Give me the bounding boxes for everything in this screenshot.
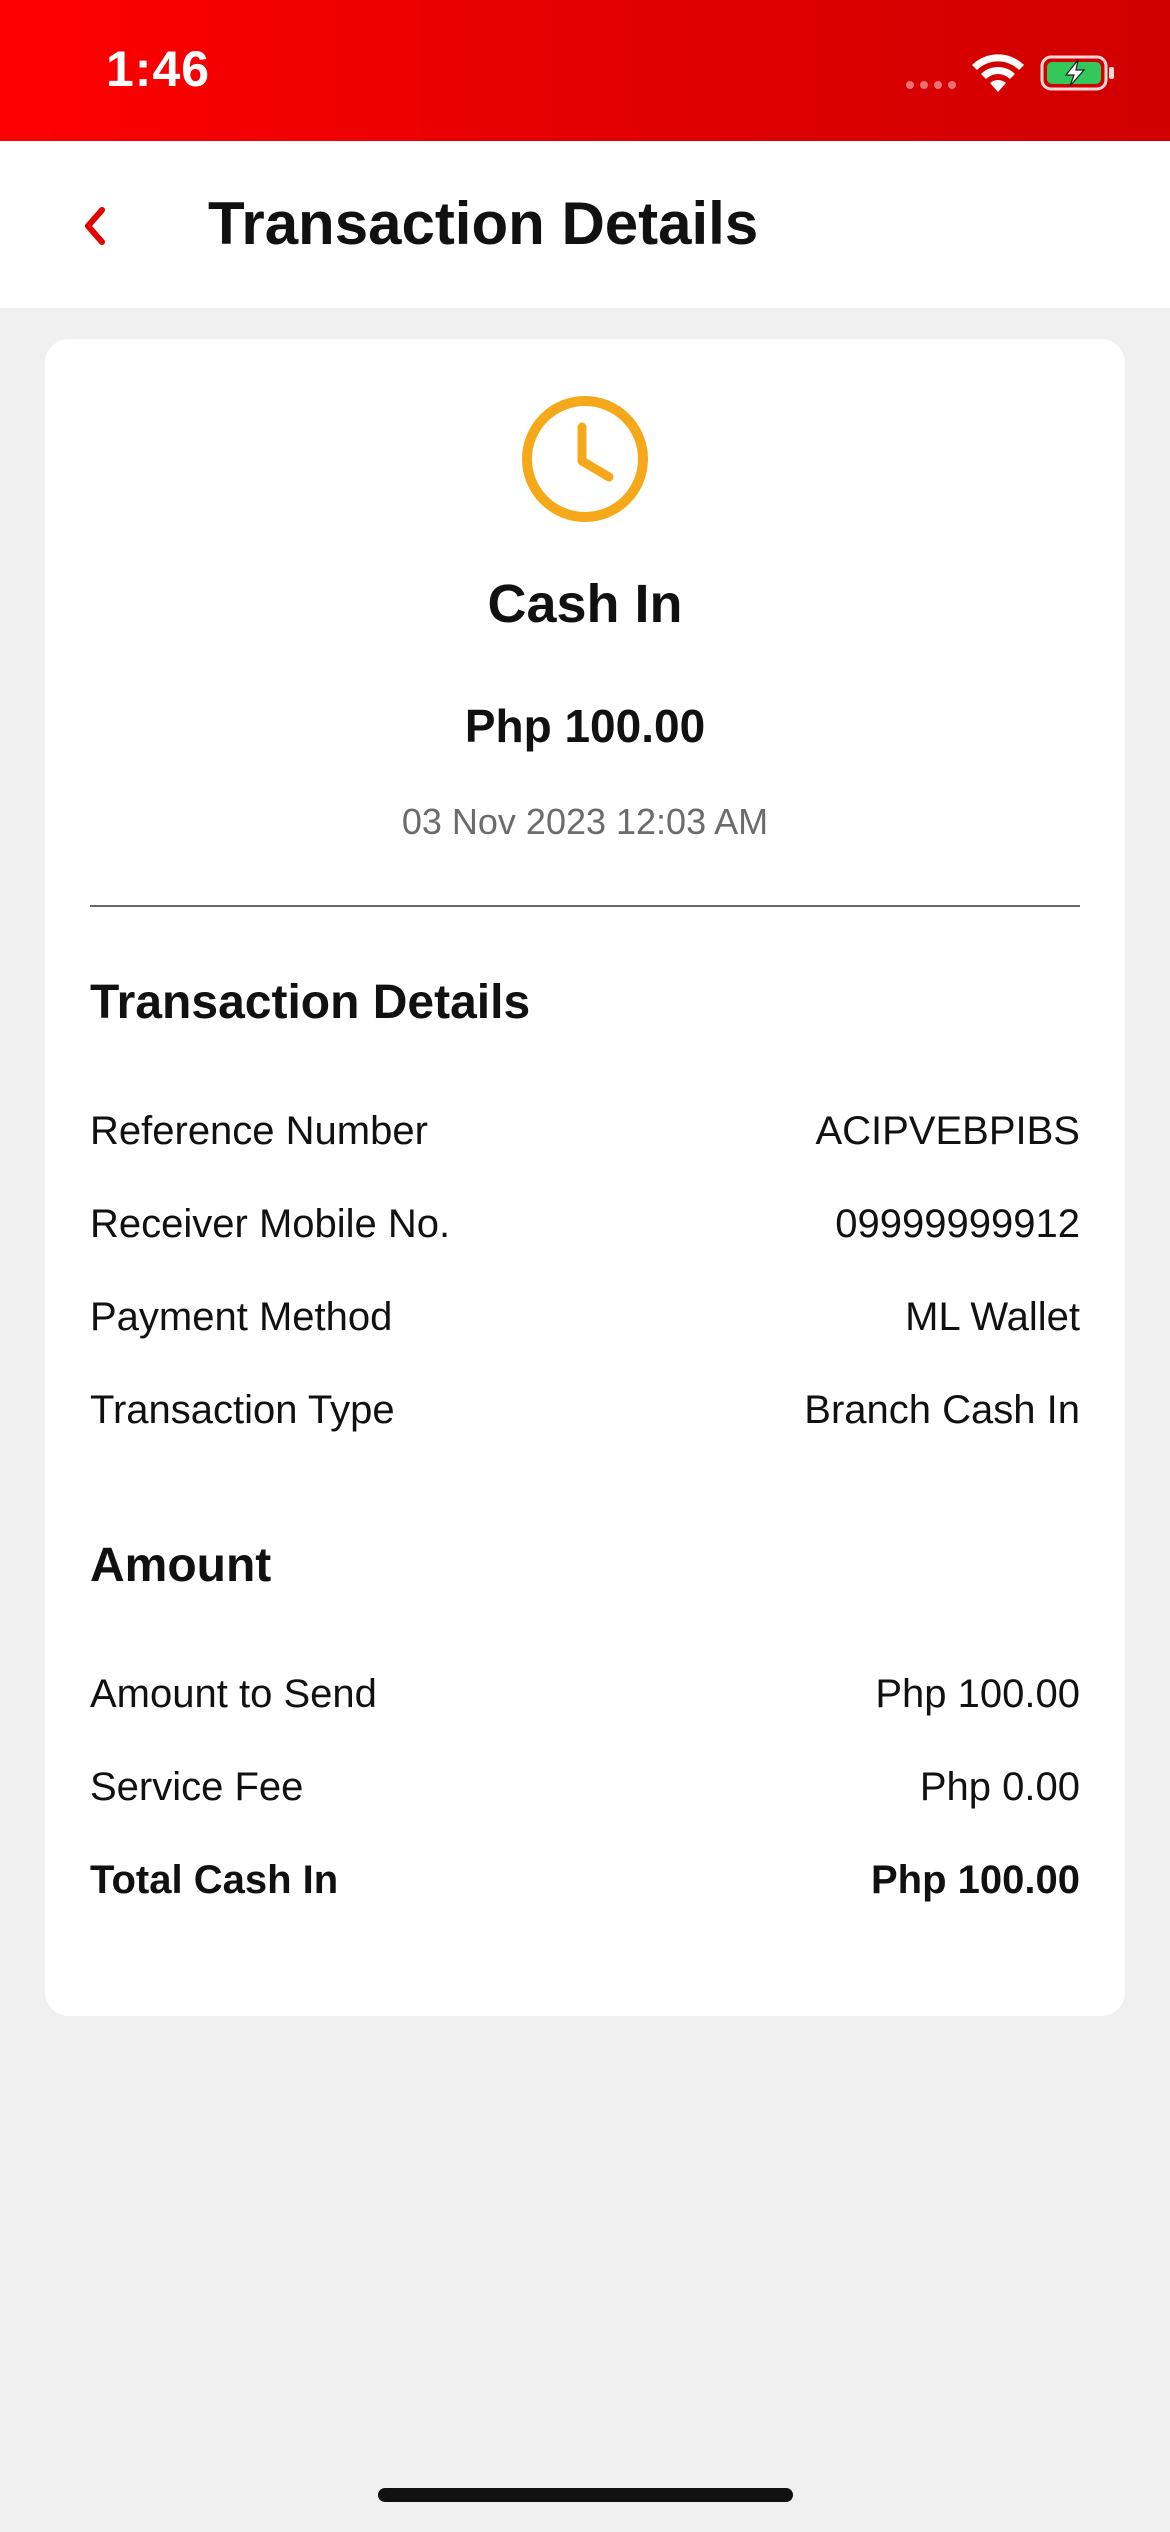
back-button[interactable] (55, 181, 135, 271)
row-value: Php 100.00 (875, 1671, 1080, 1716)
row-value: Branch Cash In (804, 1387, 1080, 1432)
transaction-card: Cash In Php 100.00 03 Nov 2023 12:03 AM … (45, 339, 1125, 2016)
status-bar: 1:46 (0, 0, 1170, 141)
details-section-heading: Transaction Details (90, 976, 531, 1029)
row-label: Receiver Mobile No. (90, 1201, 451, 1246)
row-label: Reference Number (90, 1108, 428, 1153)
divider (90, 905, 1080, 907)
status-time: 1:46 (106, 41, 211, 97)
amount-section-heading: Amount (90, 1539, 272, 1592)
transaction-date: 03 Nov 2023 12:03 AM (401, 801, 769, 842)
page-title: Transaction Details (208, 190, 759, 257)
amount-row-service-fee: Service Fee Php 0.00 (90, 1757, 1080, 1817)
row-value: Php 0.00 (919, 1764, 1080, 1809)
screen: 1:46 Transaction Details Cash In Php 100… (0, 0, 1170, 2532)
wifi-icon (972, 54, 1024, 92)
detail-row-transaction-type: Transaction Type Branch Cash In (90, 1380, 1080, 1440)
row-value: Php 100.00 (870, 1857, 1080, 1902)
app-header: Transaction Details (0, 141, 1170, 308)
detail-row-payment-method: Payment Method ML Wallet (90, 1287, 1080, 1347)
transaction-title: Cash In (487, 574, 683, 634)
amount-row-total: Total Cash In Php 100.00 (90, 1850, 1080, 1910)
row-label: Amount to Send (90, 1671, 377, 1716)
row-value: 09999999912 (835, 1201, 1080, 1246)
row-label: Payment Method (90, 1294, 393, 1339)
row-label: Service Fee (90, 1764, 304, 1809)
row-value: ACIPVEBPIBS (815, 1108, 1080, 1153)
clock-icon (522, 396, 648, 522)
row-label: Total Cash In (90, 1857, 339, 1902)
row-label: Transaction Type (90, 1387, 395, 1432)
amount-row-amount-to-send: Amount to Send Php 100.00 (90, 1664, 1080, 1724)
transaction-amount: Php 100.00 (464, 700, 706, 752)
chevron-left-icon (85, 207, 105, 245)
cellular-signal-icon (906, 81, 956, 89)
row-value: ML Wallet (905, 1294, 1080, 1339)
detail-row-reference-number: Reference Number ACIPVEBPIBS (90, 1101, 1080, 1161)
detail-row-receiver-mobile: Receiver Mobile No. 09999999912 (90, 1194, 1080, 1254)
battery-charging-icon (1040, 55, 1114, 91)
home-indicator[interactable] (378, 2488, 793, 2502)
